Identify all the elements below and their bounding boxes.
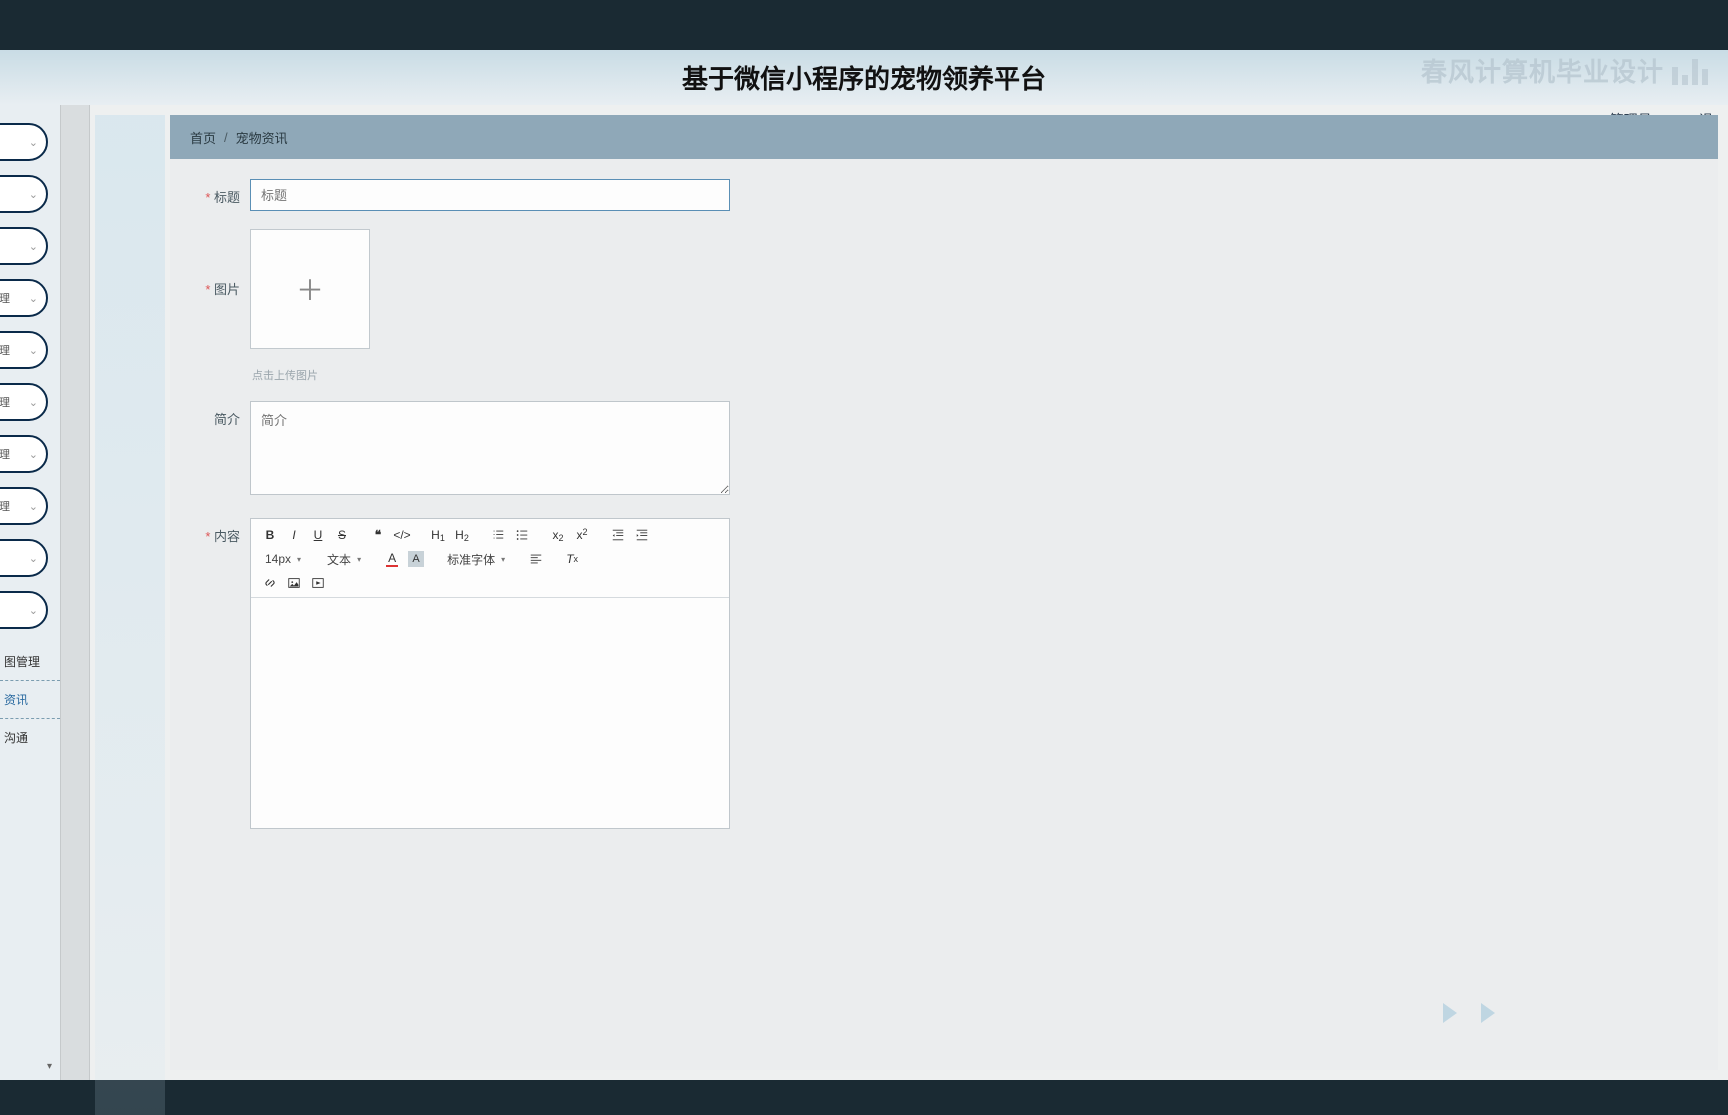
sidebar: ⌄ ⌄ ⌄ 管理⌄ 管理⌄ 管理⌄ 管理⌄ 管理⌄ ⌄ ⌄ 图管理 资讯 沟通 … (0, 105, 60, 1080)
superscript-button[interactable]: x2 (571, 525, 593, 545)
app-frame: 基于微信小程序的宠物领养平台 春风计算机毕业设计 管理员 abo 退 ⌄ ⌄ ⌄… (0, 50, 1728, 1080)
text-type-select[interactable]: 文本▾ (321, 551, 367, 568)
sidebar-scroll-gutter[interactable] (60, 105, 90, 1080)
watermark: 春风计算机毕业设计 (1421, 52, 1708, 89)
app-header: 基于微信小程序的宠物领养平台 春风计算机毕业设计 (0, 50, 1728, 105)
form-row-title: 标题 (194, 179, 1694, 211)
quote-button[interactable]: ❝ (367, 525, 389, 545)
chevron-down-icon: ⌄ (29, 604, 38, 617)
sidebar-pill-7[interactable]: 管理⌄ (0, 487, 48, 525)
unordered-list-button[interactable] (511, 525, 533, 545)
watermark-text: 春风计算机毕业设计 (1421, 52, 1664, 89)
breadcrumb: 首页 / 宠物资讯 (170, 115, 1718, 159)
image-button[interactable] (283, 573, 305, 593)
sidebar-pill-4[interactable]: 管理⌄ (0, 331, 48, 369)
sidebar-pill-9[interactable]: ⌄ (0, 591, 48, 629)
font-family-select[interactable]: 标准字体▾ (441, 551, 511, 568)
rich-text-editor: B I U S ❝ </> H1 H (250, 518, 730, 829)
form-area: 标题 图片 ＋ 点击上传图片 (170, 159, 1718, 1070)
underline-button[interactable]: U (307, 525, 329, 545)
sidebar-pill-0[interactable]: ⌄ (0, 123, 48, 161)
sidebar-expand-icon[interactable]: ▾ (47, 1061, 52, 1072)
bg-color-button[interactable]: A (405, 549, 427, 569)
content-pane: 首页 / 宠物资讯 标题 图片 ＋ (90, 105, 1728, 1080)
chevron-down-icon: ⌄ (29, 500, 38, 513)
editor-body[interactable] (251, 598, 729, 828)
link-button[interactable] (259, 573, 281, 593)
main-area: ⌄ ⌄ ⌄ 管理⌄ 管理⌄ 管理⌄ 管理⌄ 管理⌄ ⌄ ⌄ 图管理 资讯 沟通 … (0, 105, 1728, 1080)
chevron-down-icon: ⌄ (29, 292, 38, 305)
breadcrumb-home[interactable]: 首页 (190, 128, 216, 147)
indent-increase-button[interactable] (631, 525, 653, 545)
breadcrumb-current: 宠物资讯 (236, 128, 288, 147)
ordered-list-button[interactable] (487, 525, 509, 545)
sidebar-flat-image-mgmt[interactable]: 图管理 (0, 643, 60, 681)
background-accent (95, 115, 165, 1115)
editor-toolbar: B I U S ❝ </> H1 H (251, 519, 729, 598)
sidebar-pill-5[interactable]: 管理⌄ (0, 383, 48, 421)
app-title: 基于微信小程序的宠物领养平台 (682, 59, 1046, 96)
plus-icon: ＋ (296, 269, 324, 309)
video-button[interactable] (307, 573, 329, 593)
image-upload-box[interactable]: ＋ (250, 229, 370, 349)
indent-decrease-button[interactable] (607, 525, 629, 545)
title-input[interactable] (250, 179, 730, 211)
upload-hint: 点击上传图片 (252, 367, 370, 383)
italic-button[interactable]: I (283, 525, 305, 545)
align-button[interactable] (525, 549, 547, 569)
strikethrough-button[interactable]: S (331, 525, 353, 545)
form-row-content: 内容 B I U S ❝ (194, 518, 1694, 829)
sidebar-pill-6[interactable]: 管理⌄ (0, 435, 48, 473)
label-content: 内容 (194, 518, 240, 545)
subscript-button[interactable]: x2 (547, 525, 569, 545)
window-top-bar (0, 0, 1728, 50)
sidebar-pill-3[interactable]: 管理⌄ (0, 279, 48, 317)
h1-button[interactable]: H1 (427, 525, 449, 545)
code-button[interactable]: </> (391, 525, 413, 545)
sidebar-flat-news[interactable]: 资讯 (0, 681, 60, 719)
sidebar-pill-8[interactable]: ⌄ (0, 539, 48, 577)
watermark-logo-bars (1672, 57, 1708, 85)
h2-button[interactable]: H2 (451, 525, 473, 545)
bold-button[interactable]: B (259, 525, 281, 545)
label-intro: 简介 (194, 401, 240, 428)
label-title: 标题 (194, 179, 240, 206)
text-color-button[interactable]: A (381, 549, 403, 569)
chevron-down-icon: ⌄ (29, 552, 38, 565)
sidebar-flat-chat[interactable]: 沟通 (0, 719, 60, 756)
form-row-intro: 简介 (194, 401, 1694, 500)
font-size-select[interactable]: 14px▾ (259, 552, 307, 566)
chevron-down-icon: ⌄ (29, 188, 38, 201)
breadcrumb-separator: / (224, 130, 228, 145)
clear-format-button[interactable]: Tx (561, 549, 583, 569)
chevron-down-icon: ⌄ (29, 396, 38, 409)
sidebar-pill-1[interactable]: ⌄ (0, 175, 48, 213)
sidebar-pill-2[interactable]: ⌄ (0, 227, 48, 265)
chevron-down-icon: ⌄ (29, 448, 38, 461)
content-inner: 首页 / 宠物资讯 标题 图片 ＋ (170, 115, 1718, 1070)
form-row-image: 图片 ＋ 点击上传图片 (194, 229, 1694, 383)
chevron-down-icon: ⌄ (29, 240, 38, 253)
intro-textarea[interactable] (250, 401, 730, 495)
chevron-down-icon: ⌄ (29, 344, 38, 357)
chevron-down-icon: ⌄ (29, 136, 38, 149)
label-image: 图片 (194, 229, 240, 298)
